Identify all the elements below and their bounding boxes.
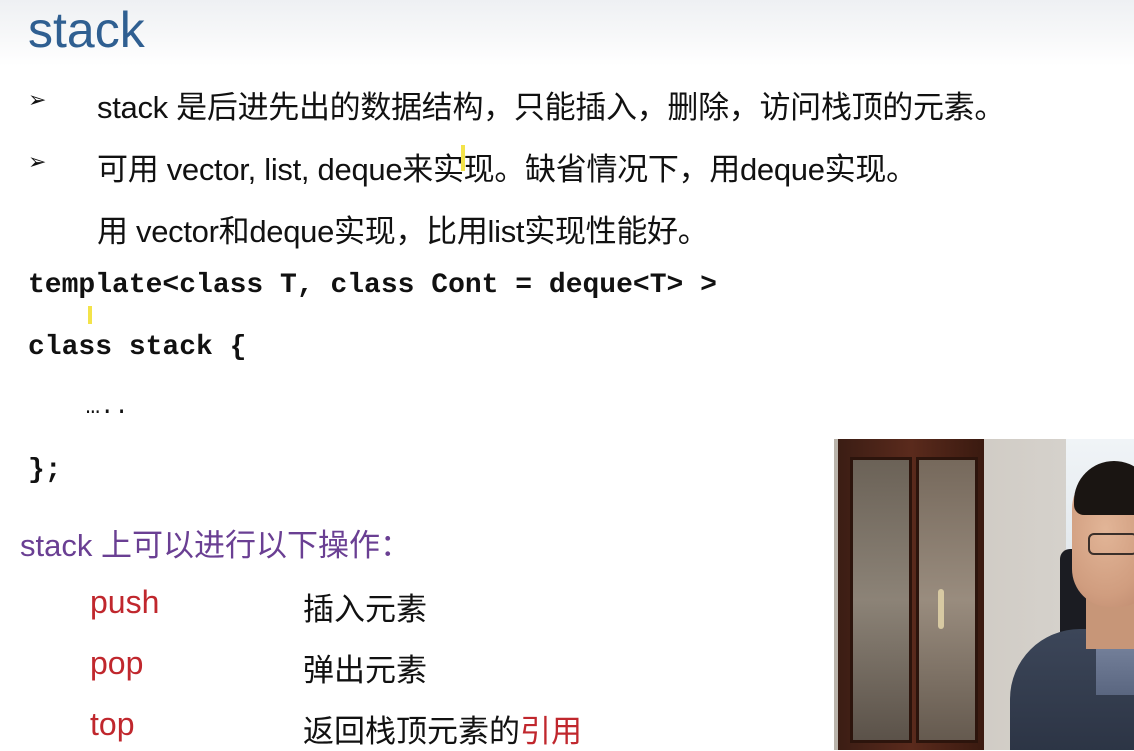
presenter-glasses — [1088, 533, 1134, 555]
bullet-text-1: stack 是后进先出的数据结构，只能插入，删除，访问栈顶的元素。 — [97, 90, 1006, 125]
webcam-cabinet-glass — [850, 457, 912, 743]
operations-heading: stack 上可以进行以下操作： — [20, 528, 411, 563]
code-line-template: template<class T, class Cont = deque<T> … — [28, 270, 717, 301]
bullet-text-2: 可用 vector, list, deque来实现。缺省情况下，用deque实现… — [97, 152, 917, 187]
text-cursor-mark — [461, 145, 465, 171]
code-line-class: class stack { — [28, 332, 247, 363]
slide-title: stack — [28, 2, 145, 58]
op-desc-pop: 弹出元素 — [303, 653, 427, 688]
code-line-close: }; — [28, 455, 62, 486]
op-desc-top: 返回栈顶元素的引用 — [303, 714, 582, 749]
bullet-text-2-continuation: 用 vector和deque实现，比用list实现性能好。 — [97, 214, 709, 249]
webcam-cabinet-glass — [916, 457, 978, 743]
webcam-cabinet-handle — [938, 589, 944, 629]
op-name-pop: pop — [90, 645, 144, 681]
text-cursor-mark — [88, 306, 92, 324]
op-name-top: top — [90, 706, 135, 742]
op-name-push: push — [90, 584, 160, 620]
highlight-text: 引用 — [520, 714, 582, 749]
presenter-webcam — [834, 439, 1134, 750]
op-desc-push: 插入元素 — [303, 592, 427, 627]
code-line-ellipsis: ….. — [28, 394, 144, 421]
bullet-marker-icon: ➢ — [28, 150, 47, 175]
bullet-marker-icon: ➢ — [28, 88, 47, 113]
title-band — [0, 0, 1134, 66]
